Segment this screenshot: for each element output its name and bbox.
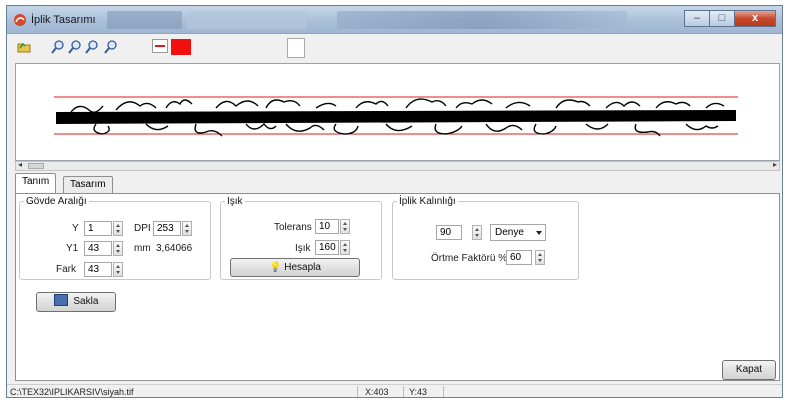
unit-dropdown[interactable]: Denye xyxy=(490,224,546,241)
tab-tanim[interactable]: Tanım xyxy=(15,173,57,194)
zoom-in-button[interactable] xyxy=(50,39,66,55)
window-controls: – □ x xyxy=(684,10,776,28)
dpi-spinner[interactable] xyxy=(182,221,192,236)
iplik-kalinligi-legend: İplik Kalınlığı xyxy=(399,196,456,207)
zoom-actual-icon xyxy=(104,40,117,54)
sakla-button[interactable]: Sakla xyxy=(36,292,116,312)
zoom-actual-button[interactable] xyxy=(103,39,119,55)
y-input[interactable]: 1 xyxy=(84,221,112,236)
dpi-input[interactable]: 253 xyxy=(153,221,181,236)
open-folder-icon xyxy=(17,42,31,53)
fark-label: Fark xyxy=(56,264,76,275)
zoom-fit-button[interactable] xyxy=(84,39,100,55)
isik-legend: Işık xyxy=(227,196,243,207)
open-file-button[interactable] xyxy=(17,39,33,55)
minimize-button[interactable]: – xyxy=(684,10,710,27)
fark-spinner[interactable] xyxy=(113,262,123,277)
tolerans-spinner[interactable] xyxy=(340,219,350,234)
scrollbar-thumb[interactable] xyxy=(28,163,44,169)
y-spinner[interactable] xyxy=(113,221,123,236)
lightbulb-icon: 💡 xyxy=(269,262,282,273)
status-separator xyxy=(403,386,404,397)
mm-label: mm xyxy=(134,243,151,254)
status-y-coordinate: Y:43 xyxy=(409,387,428,397)
kalinlik-input[interactable]: 90 xyxy=(436,225,462,240)
sakla-label: Sakla xyxy=(73,296,99,307)
ortme-faktoru-label: Örtme Faktörü % xyxy=(431,253,508,264)
fark-input[interactable]: 43 xyxy=(84,262,112,277)
ortme-faktoru-spinner[interactable] xyxy=(535,250,545,265)
save-icon xyxy=(53,294,68,306)
tanim-tab-page: Gövde Aralığı Y 1 DPI 253 Y1 43 mm 3,640… xyxy=(15,193,780,381)
status-x-coordinate: X:403 xyxy=(365,387,389,397)
toolbar xyxy=(7,35,782,59)
scroll-left-arrow[interactable]: ◂ xyxy=(18,160,22,169)
title-bar-blur xyxy=(337,11,627,29)
application-window: İplik Tasarımı – □ x ◂ ▸ Tanım Tasarım G… xyxy=(6,5,783,398)
scroll-right-arrow[interactable]: ▸ xyxy=(773,160,777,169)
title-bar-blur xyxy=(107,11,182,29)
title-bar-blur xyxy=(187,11,307,29)
yarn-core xyxy=(56,110,736,124)
tab-tasarim[interactable]: Tasarım xyxy=(63,176,113,193)
hesapla-label: Hesapla xyxy=(284,262,321,273)
zoom-out-button[interactable] xyxy=(67,39,83,55)
tool-option-box[interactable] xyxy=(287,38,305,58)
zoom-out-icon xyxy=(68,40,81,54)
chevron-down-icon xyxy=(536,231,542,235)
dpi-label: DPI xyxy=(134,223,151,234)
status-separator xyxy=(357,386,358,397)
isik-label: Işık xyxy=(295,243,311,254)
preview-horizontal-scrollbar[interactable]: ◂ ▸ xyxy=(15,160,780,171)
isik-input[interactable]: 160 xyxy=(315,240,339,255)
window-title: İplik Tasarımı xyxy=(31,14,96,26)
line-sample xyxy=(155,45,165,47)
unit-selected: Denye xyxy=(495,227,524,238)
tolerans-label: Tolerans xyxy=(274,222,312,233)
govde-araligi-legend: Gövde Aralığı xyxy=(26,196,87,207)
zoom-in-icon xyxy=(51,40,64,54)
yarn-image xyxy=(54,96,738,137)
status-separator xyxy=(443,386,444,397)
title-bar[interactable]: İplik Tasarımı – □ x xyxy=(7,6,782,34)
kapat-button[interactable]: Kapat xyxy=(722,360,776,380)
ortme-faktoru-input[interactable]: 60 xyxy=(506,250,532,265)
tolerans-input[interactable]: 10 xyxy=(315,219,339,234)
zoom-fit-icon xyxy=(85,40,98,54)
maximize-button[interactable]: □ xyxy=(709,10,735,27)
mm-value: 3,64066 xyxy=(156,243,193,254)
y1-input[interactable]: 43 xyxy=(84,241,112,256)
color-picker-swatch[interactable] xyxy=(171,39,191,55)
yarn-preview-canvas[interactable] xyxy=(15,63,780,161)
close-button[interactable]: x xyxy=(734,10,776,27)
status-file-path: C:\TEX32\IPLIKARSIV\siyah.tif xyxy=(10,387,134,397)
line-style-button[interactable] xyxy=(152,39,168,53)
status-bar: C:\TEX32\IPLIKARSIV\siyah.tif X:403 Y:43 xyxy=(7,384,782,397)
y1-label: Y1 xyxy=(66,243,79,254)
iplik-kalinligi-group: İplik Kalınlığı xyxy=(392,196,579,280)
y-label: Y xyxy=(72,223,79,234)
hesapla-button[interactable]: 💡 Hesapla xyxy=(230,258,360,277)
kalinlik-spinner[interactable] xyxy=(472,225,482,240)
app-icon xyxy=(14,14,26,26)
y1-spinner[interactable] xyxy=(113,241,123,256)
isik-spinner[interactable] xyxy=(340,240,350,255)
